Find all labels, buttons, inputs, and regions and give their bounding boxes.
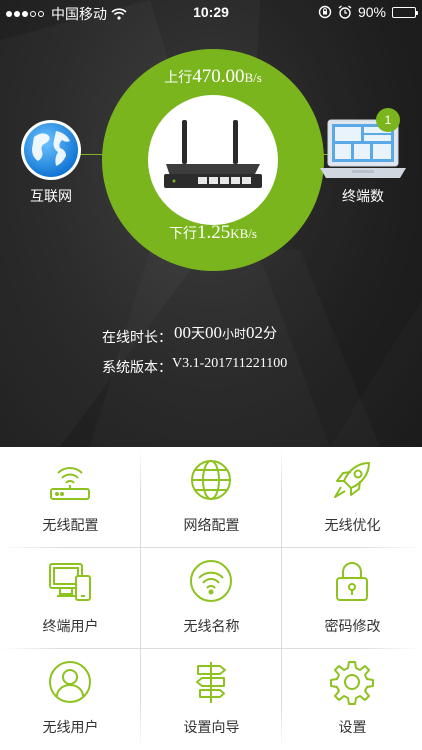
terminals-label: 终端数 <box>342 188 384 204</box>
menu-item-password-change[interactable]: 密码修改 <box>282 548 422 649</box>
dashboard-panel: 中国移动 10:29 90% 上行470.00B/s 下行1.25KB/s 互联… <box>0 0 422 447</box>
version-value: V3.1-201711221100 <box>172 356 288 371</box>
menu-label: 设置 <box>338 719 367 735</box>
user-icon <box>49 661 91 703</box>
version-label: 系统版本： <box>102 359 172 375</box>
menu-label: 无线优化 <box>324 517 381 533</box>
gear-icon <box>330 661 374 705</box>
battery-percent: 90% <box>357 4 386 20</box>
menu-item-wireless-optimize[interactable]: 无线优化 <box>282 447 422 548</box>
menu-item-wireless-users[interactable]: 无线用户 <box>0 649 141 750</box>
upload-unit: B/s <box>244 70 262 85</box>
rotation-lock-icon <box>318 5 332 19</box>
uptime-minutes: 02 <box>246 323 264 342</box>
menu-label: 密码修改 <box>324 618 381 634</box>
menu-item-terminal-users[interactable]: 终端用户 <box>0 548 141 649</box>
menu-label: 无线名称 <box>183 618 240 634</box>
menu-label: 无线配置 <box>42 517 99 533</box>
download-unit: KB/s <box>230 226 257 241</box>
menu-label: 终端用户 <box>42 618 99 634</box>
download-rate: 下行1.25KB/s <box>102 222 324 244</box>
wifi-router-icon <box>50 467 90 500</box>
uptime-value: 00天00小时02分 <box>174 323 277 343</box>
terminal-count-badge: 1 <box>376 108 400 132</box>
internet-label: 互联网 <box>30 188 72 204</box>
menu-item-setup-wizard[interactable]: 设置向导 <box>141 649 282 750</box>
menu-item-settings[interactable]: 设置 <box>282 649 422 750</box>
rocket-icon <box>334 462 370 498</box>
menu-label: 无线用户 <box>42 719 99 735</box>
uptime-label: 在线时长： <box>102 329 172 345</box>
menu-item-wireless-name[interactable]: 无线名称 <box>141 548 282 649</box>
menu-item-network-config[interactable]: 网络配置 <box>141 447 282 548</box>
signpost-icon <box>196 662 226 703</box>
menu-label: 设置向导 <box>183 719 240 735</box>
upload-value: 470.00 <box>192 66 245 87</box>
uptime-hours-unit: 小时 <box>222 327 247 341</box>
devices-icon <box>49 563 91 601</box>
alarm-icon <box>338 5 352 19</box>
menu-item-wireless-config[interactable]: 无线配置 <box>0 447 141 548</box>
globe-icon <box>191 460 231 500</box>
uptime-days: 00 <box>174 323 191 342</box>
battery-icon <box>392 6 418 18</box>
globe-internet-icon[interactable] <box>20 119 82 181</box>
router-icon <box>164 120 262 188</box>
upload-label: 上行 <box>164 69 193 85</box>
wifi-icon <box>190 560 232 602</box>
status-bar: 中国移动 10:29 90% <box>0 0 422 24</box>
menu-label: 网络配置 <box>183 517 240 533</box>
uptime-minutes-unit: 分 <box>263 325 278 341</box>
uptime-hours: 00 <box>205 323 222 342</box>
uptime-days-unit: 天 <box>191 325 205 341</box>
upload-rate: 上行470.00B/s <box>102 66 324 88</box>
download-label: 下行 <box>169 225 197 241</box>
menu-grid: 无线配置 网络配置 无线优化 终端用户 无线名称 密码修改 无线用户 设置向导 … <box>0 447 422 750</box>
lock-icon <box>336 562 368 601</box>
download-value: 1.25 <box>197 222 231 243</box>
